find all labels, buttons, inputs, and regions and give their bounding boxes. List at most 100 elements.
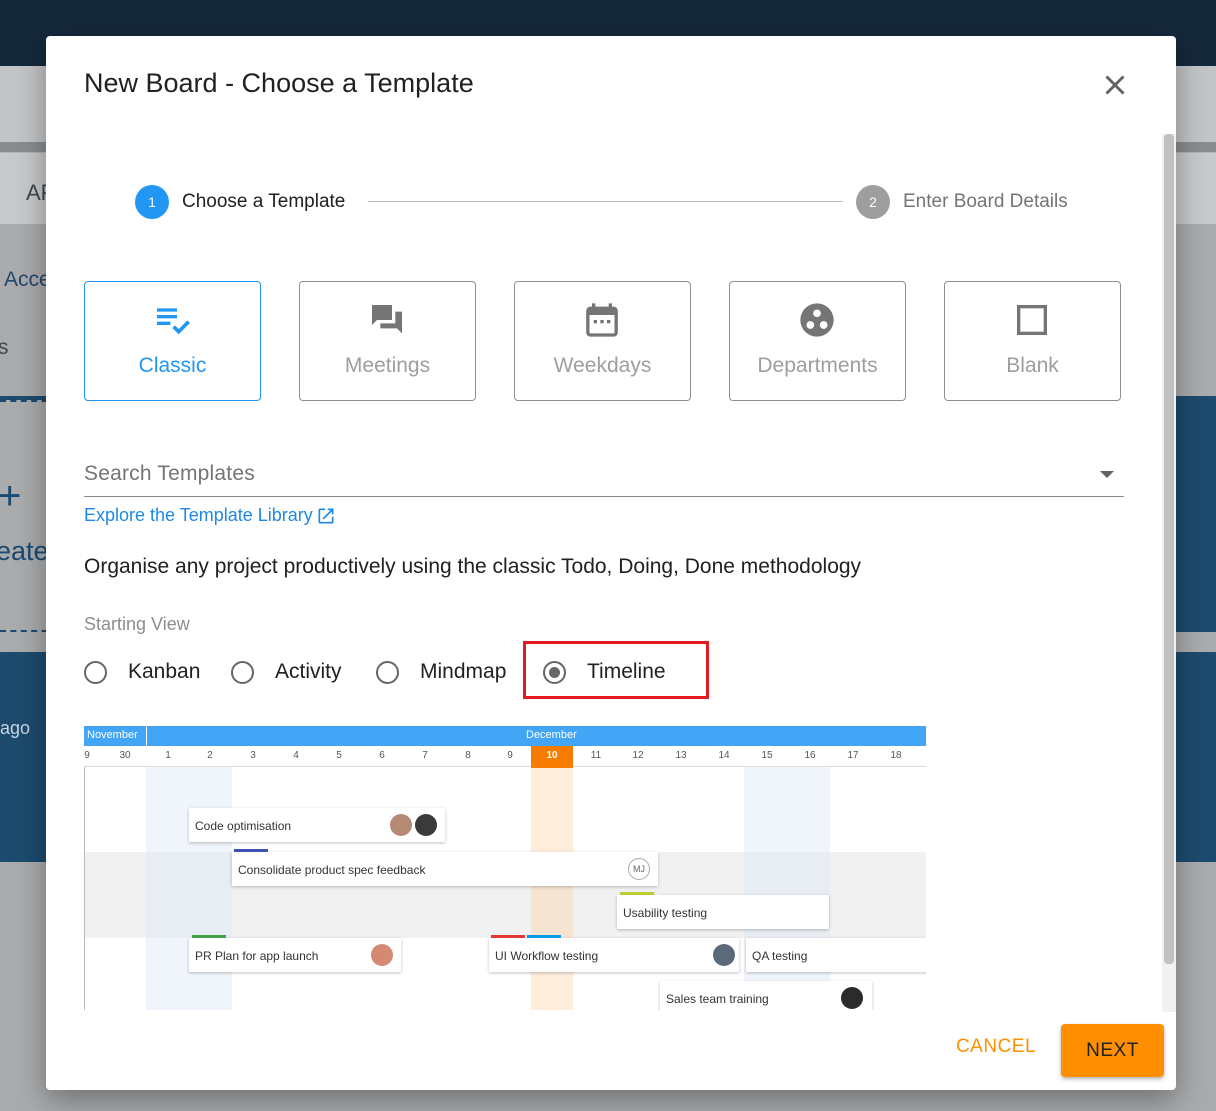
task-title: Consolidate product spec feedback [238, 863, 426, 877]
preview-day: 5 [336, 750, 342, 761]
next-button[interactable]: NEXT [1061, 1024, 1164, 1077]
close-icon [1105, 75, 1125, 95]
preview-task-card: Usability testing [617, 892, 829, 929]
avatar [713, 944, 735, 966]
task-title: PR Plan for app launch [195, 949, 319, 963]
preview-month: November [87, 729, 138, 741]
background-text: eate [0, 536, 49, 566]
avatar [841, 987, 863, 1009]
background-text: + [0, 474, 22, 518]
radio-circle[interactable] [84, 660, 107, 684]
task-title: Usability testing [623, 906, 708, 920]
preview-today-band [531, 766, 573, 1010]
preview-day: 7 [422, 750, 428, 761]
radio-kanban[interactable]: Kanban [84, 658, 200, 686]
step-1-indicator: 1 [135, 185, 169, 219]
square-outline-icon [1017, 305, 1047, 335]
step-2-label: Enter Board Details [903, 191, 1068, 212]
template-label: Blank [1006, 354, 1059, 377]
avatar [415, 814, 437, 836]
template-card-departments[interactable]: Departments [729, 281, 906, 401]
preview-left-line [84, 766, 85, 1010]
template-description: Organise any project productively using … [84, 555, 862, 578]
radio-label: Kanban [128, 660, 201, 683]
dialog-scrollbar[interactable] [1162, 134, 1176, 1012]
background-text: ago [0, 718, 31, 738]
preview-today-label: 10 [546, 750, 558, 761]
preview-day: 18 [890, 750, 902, 761]
preview-day: 30 [119, 750, 131, 761]
step-2-indicator: 2 [856, 185, 890, 219]
avatar: MJ [628, 858, 650, 880]
preview-task-card: Code optimisation [189, 808, 445, 842]
cancel-button[interactable]: CANCEL [954, 1036, 1038, 1066]
radio-circle[interactable] [376, 660, 399, 684]
preview-day: 8 [465, 750, 471, 761]
preview-day: 14 [718, 750, 730, 761]
task-color-bar [234, 849, 268, 852]
task-color-bar [527, 935, 561, 938]
scrollbar-thumb[interactable] [1164, 134, 1174, 964]
preview-day: 11 [590, 750, 602, 761]
external-link-icon [318, 508, 334, 523]
preview-weekend-band [744, 766, 830, 1010]
template-card-blank[interactable]: Blank [944, 281, 1121, 401]
background-text: Acce [4, 268, 51, 291]
task-title: Code optimisation [195, 819, 292, 833]
template-card-weekdays[interactable]: Weekdays [514, 281, 691, 401]
preview-task-card: UI Workflow testing [489, 935, 739, 972]
avatar [371, 944, 393, 966]
explore-link-label: Explore the Template Library [84, 505, 313, 525]
avatar [390, 814, 412, 836]
template-card-classic[interactable]: Classic [84, 281, 261, 401]
preview-day: 2 [207, 750, 213, 761]
preview-day: 16 [804, 750, 816, 761]
preview-day: 15 [761, 750, 773, 761]
stepper-connector [368, 201, 843, 202]
template-label: Meetings [344, 354, 431, 377]
timeline-highlight-box [523, 641, 709, 699]
step-1-label: Choose a Template [182, 191, 346, 212]
search-templates-dropdown[interactable]: Search Templates [84, 456, 1124, 497]
month-divider [146, 726, 147, 746]
preview-task-card: Sales team training [660, 981, 872, 1010]
preview-month-row: November December [84, 726, 926, 746]
preview-task-card: Consolidate product spec feedback MJ [232, 849, 658, 886]
close-button[interactable] [1098, 68, 1132, 102]
search-placeholder: Search Templates [84, 462, 255, 485]
radio-circle[interactable] [231, 660, 254, 684]
preview-day: 4 [293, 750, 299, 761]
task-color-bar [192, 935, 226, 938]
preview-day-row: 9 30 1 2 3 4 5 6 7 8 9 11 12 13 14 15 16… [84, 746, 926, 767]
dialog-title: New Board - Choose a Template [84, 68, 474, 98]
chat-bubbles-icon [372, 305, 402, 334]
radio-mindmap[interactable]: Mindmap [376, 658, 506, 686]
checklist-icon [157, 308, 190, 335]
radio-label: Mindmap [420, 660, 507, 683]
preview-day: 6 [379, 750, 385, 761]
preview-task-card: QA testing [746, 938, 926, 972]
workspaces-icon [800, 303, 834, 337]
task-title: Sales team training [666, 992, 769, 1006]
task-color-bar [491, 935, 525, 938]
background-text: s [0, 336, 9, 359]
preview-day: 9 [84, 750, 90, 761]
preview-weekend-band [146, 766, 232, 1010]
dropdown-arrow-icon[interactable] [1100, 471, 1114, 478]
template-label: Classic [138, 354, 207, 377]
radio-activity[interactable]: Activity [231, 658, 342, 686]
radio-label: Activity [275, 660, 342, 683]
task-title: QA testing [752, 949, 808, 963]
preview-task-card: PR Plan for app launch [189, 935, 401, 972]
preview-day: 12 [632, 750, 644, 761]
starting-view-label: Starting View [84, 614, 190, 634]
task-color-bar [620, 892, 654, 895]
timeline-preview-image: November December 9 30 1 2 3 4 5 6 7 8 9… [84, 726, 926, 1010]
explore-template-library-link[interactable]: Explore the Template Library [84, 505, 336, 526]
preview-day: 3 [250, 750, 256, 761]
preview-month: December [526, 729, 577, 741]
template-card-meetings[interactable]: Meetings [299, 281, 476, 401]
preview-day: 1 [165, 750, 171, 761]
task-title: UI Workflow testing [495, 949, 599, 963]
template-label: Departments [757, 354, 878, 377]
